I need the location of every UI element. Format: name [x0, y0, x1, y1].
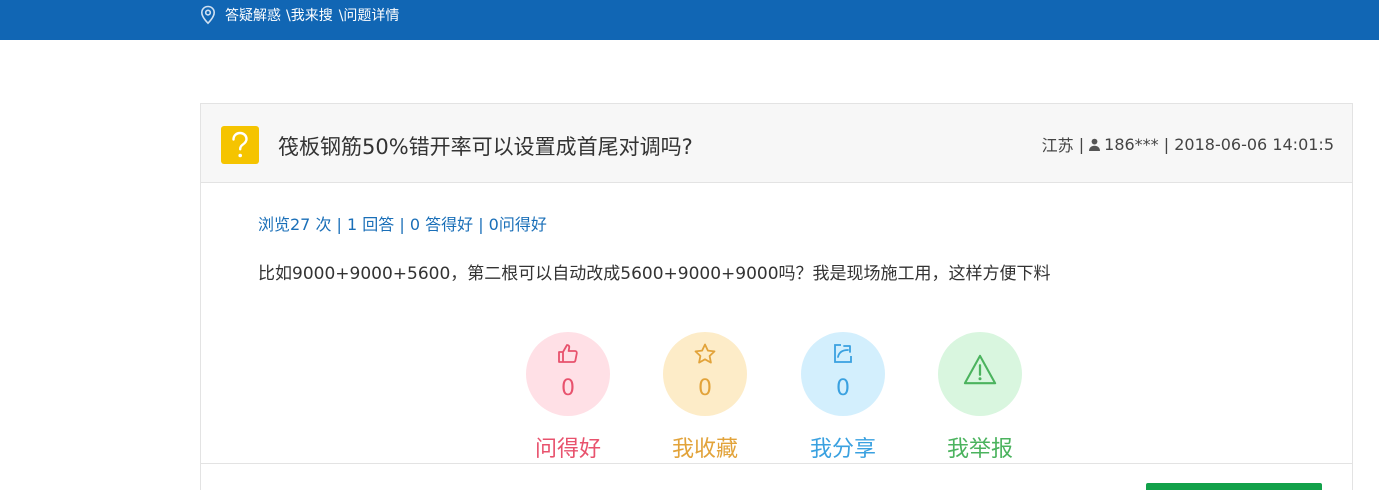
favorite-circle[interactable]: 0	[663, 332, 747, 416]
share-circle[interactable]: 0	[801, 332, 885, 416]
meta-separator: |	[1073, 134, 1085, 154]
question-card: 筏板钢筋50%错开率可以设置成首尾对调吗? 江苏 | 186*** | 2018…	[200, 103, 1353, 490]
meta-separator: |	[1158, 134, 1175, 154]
share-count: 0	[836, 376, 850, 401]
breadcrumb-item-qa[interactable]: 答疑解惑	[225, 5, 281, 25]
like-circle[interactable]: 0	[526, 332, 610, 416]
question-header: 筏板钢筋50%错开率可以设置成首尾对调吗? 江苏 | 186*** | 2018…	[201, 104, 1352, 183]
thumbs-up-icon	[558, 344, 578, 363]
question-user: 186***	[1104, 134, 1159, 154]
favorite-count: 0	[698, 376, 712, 401]
breadcrumb-item-search[interactable]: \我来搜	[286, 5, 333, 25]
question-title: 筏板钢筋50%错开率可以设置成首尾对调吗?	[278, 135, 693, 159]
share-button[interactable]: 0 我分享	[783, 332, 903, 463]
share-label[interactable]: 我分享	[783, 431, 903, 463]
top-navigation-bar: 答疑解惑 \我来搜 \问题详情	[0, 0, 1379, 40]
question-body: 比如9000+9000+5600，第二根可以自动改成5600+9000+9000…	[258, 264, 1051, 284]
favorite-button[interactable]: 0 我收藏	[645, 332, 765, 463]
share-icon	[834, 344, 852, 363]
question-mark-icon	[221, 126, 259, 164]
like-label[interactable]: 问得好	[508, 431, 628, 463]
question-time: 2018-06-06 14:01:5	[1174, 134, 1334, 154]
favorite-label[interactable]: 我收藏	[645, 431, 765, 463]
like-count: 0	[561, 376, 575, 401]
report-label[interactable]: 我举报	[920, 431, 1040, 463]
report-circle[interactable]	[938, 332, 1022, 416]
user-icon	[1089, 138, 1101, 151]
question-region: 江苏	[1041, 136, 1074, 155]
like-question-button[interactable]: 0 问得好	[508, 332, 628, 463]
report-button[interactable]: 我举报	[920, 332, 1040, 463]
question-stats: 浏览27 次 | 1 回答 | 0 答得好 | 0问得好	[258, 215, 547, 234]
location-pin-icon	[200, 5, 216, 25]
breadcrumb-item-question-detail: \问题详情	[338, 8, 400, 24]
section-divider	[201, 463, 1352, 464]
answer-button[interactable]	[1146, 483, 1322, 490]
warning-icon	[963, 354, 997, 385]
star-icon	[694, 343, 716, 364]
question-meta: 江苏 | 186*** | 2018-06-06 14:01:5	[1042, 132, 1334, 156]
breadcrumb: 答疑解惑 \我来搜 \问题详情	[199, 5, 400, 25]
